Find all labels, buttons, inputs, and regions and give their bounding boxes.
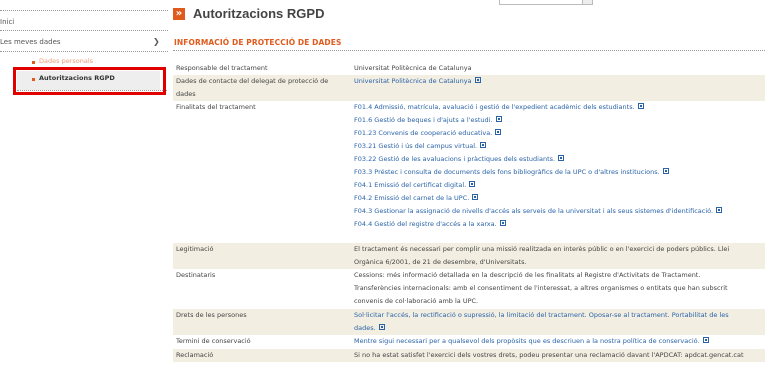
search-input[interactable] [499, 0, 593, 5]
value-text: Transferències internacionals: amb el co… [354, 284, 728, 292]
row-label: Drets de les persones [176, 311, 247, 319]
table-row: Responsable del tractament Universitat Po… [173, 62, 765, 75]
bullet-icon [32, 61, 35, 64]
value-link[interactable]: F01.23 Convenis de cooperació educativa. [354, 129, 492, 137]
double-chevron-icon: » [173, 8, 185, 20]
row-value: Sol·licitar l'accés, la rectificació o s… [354, 309, 764, 335]
sidebar-divider [0, 10, 168, 11]
row-label: Dades de contacte del delegat de protecc… [176, 77, 329, 98]
external-link-icon[interactable] [702, 337, 709, 343]
row-label: Legitimació [176, 245, 214, 253]
table-row: Destinataris Cessions: més informació det… [173, 269, 765, 309]
row-value: Universitat Politècnica de Catalunya [354, 62, 764, 75]
row-label: Responsable del tractament [176, 64, 268, 72]
value-text: Universitat Politècnica de Catalunya [354, 64, 472, 72]
value-link[interactable]: F03.21 Gestió i ús del campus virtual. [354, 142, 477, 150]
value-link[interactable]: Universitat Politècnica de Catalunya [354, 77, 472, 85]
external-link-icon[interactable] [662, 168, 669, 174]
sidebar-item-inici[interactable]: Inici [0, 18, 14, 26]
value-link[interactable]: F03.22 Gestió de les avaluacions i pràct… [354, 155, 555, 163]
value-link[interactable]: Sol·licitar l'accés, la rectificació o s… [354, 311, 729, 319]
section-title: INFORMACIÓ DE PROTECCIÓ DE DADES [174, 38, 342, 47]
row-value: Si no ha estat satisfet l'exercici dels … [354, 349, 764, 362]
sidebar-subitem-dades-personals[interactable]: Dades personals [39, 57, 93, 65]
value-text: Si no ha estat satisfet l'exercici dels … [354, 351, 744, 359]
value-link[interactable]: F04.2 Emissió del carnet de la UPC. [354, 194, 469, 202]
value-text: Cessions: més informació detallada en la… [354, 271, 701, 279]
value-link[interactable]: F04.3 Gestionar la assignació de nivells… [354, 207, 713, 215]
row-value: Universitat Politècnica de Catalunya [354, 75, 764, 88]
external-link-icon[interactable] [558, 155, 565, 161]
external-link-icon[interactable] [637, 103, 644, 109]
row-label: Termini de conservació [176, 337, 251, 345]
highlight-annotation-box [13, 67, 166, 95]
row-label: Reclamació [176, 351, 214, 359]
external-link-icon[interactable] [378, 324, 385, 330]
sidebar-divider [0, 51, 168, 52]
search-dropdown-icon[interactable] [582, 0, 592, 4]
table-row: Drets de les persones Sol·licitar l'accés… [173, 309, 765, 335]
value-link[interactable]: Mentre sigui necessari per a qualsevol d… [354, 337, 700, 345]
table-row: Reclamació Si no ha estat satisfet l'exer… [173, 349, 765, 362]
section-divider [173, 50, 765, 51]
table-row: Dades de contacte del delegat de protecc… [173, 75, 765, 101]
value-text: convenis de col·laboració amb la UPC. [354, 297, 479, 305]
row-label: Destinataris [176, 271, 216, 279]
sidebar-divider [0, 30, 168, 31]
table-row: Termini de conservació Mentre sigui neces… [173, 335, 765, 349]
value-text: Orgànica 6/2001, de 21 de desembre, d'Un… [354, 258, 527, 266]
sidebar-item-les-meves-dades[interactable]: Les meves dades [0, 38, 61, 46]
external-link-icon[interactable] [472, 194, 479, 200]
external-link-icon[interactable] [480, 142, 487, 148]
external-link-icon[interactable] [716, 207, 723, 213]
value-link[interactable]: F04.1 Emissió del certificat digital. [354, 181, 466, 189]
table-row: Finalitats del tractament F01.4 Admissió,… [173, 101, 765, 243]
value-link[interactable]: dades. [354, 324, 376, 332]
row-value: El tractament és necessari per complir u… [354, 243, 764, 269]
chevron-right-icon[interactable]: ❯ [153, 37, 160, 46]
value-text: El tractament és necessari per complir u… [354, 245, 730, 253]
external-link-icon[interactable] [495, 116, 502, 122]
value-link[interactable]: F01.4 Admissió, matrícula, avaluació i g… [354, 103, 635, 111]
page-title: Autoritzacions RGPD [193, 6, 325, 21]
external-link-icon[interactable] [495, 129, 502, 135]
external-link-icon[interactable] [469, 181, 476, 187]
row-label: Finalitats del tractament [176, 103, 256, 111]
value-link[interactable]: F03.3 Préstec i consulta de documents de… [354, 168, 660, 176]
external-link-icon[interactable] [474, 77, 481, 83]
row-value: Cessions: més informació detallada en la… [354, 269, 764, 308]
table-row: Legitimació El tractament és necessari pe… [173, 243, 765, 269]
value-link[interactable]: F04.4 Gestió del registre d'accés a la x… [354, 220, 497, 228]
external-link-icon[interactable] [499, 220, 506, 226]
row-value: Mentre sigui necessari per a qualsevol d… [354, 335, 764, 348]
value-link[interactable]: F01.6 Gestió de beques i d'ajuts a l'est… [354, 116, 493, 124]
row-value: F01.4 Admissió, matrícula, avaluació i g… [354, 101, 764, 231]
